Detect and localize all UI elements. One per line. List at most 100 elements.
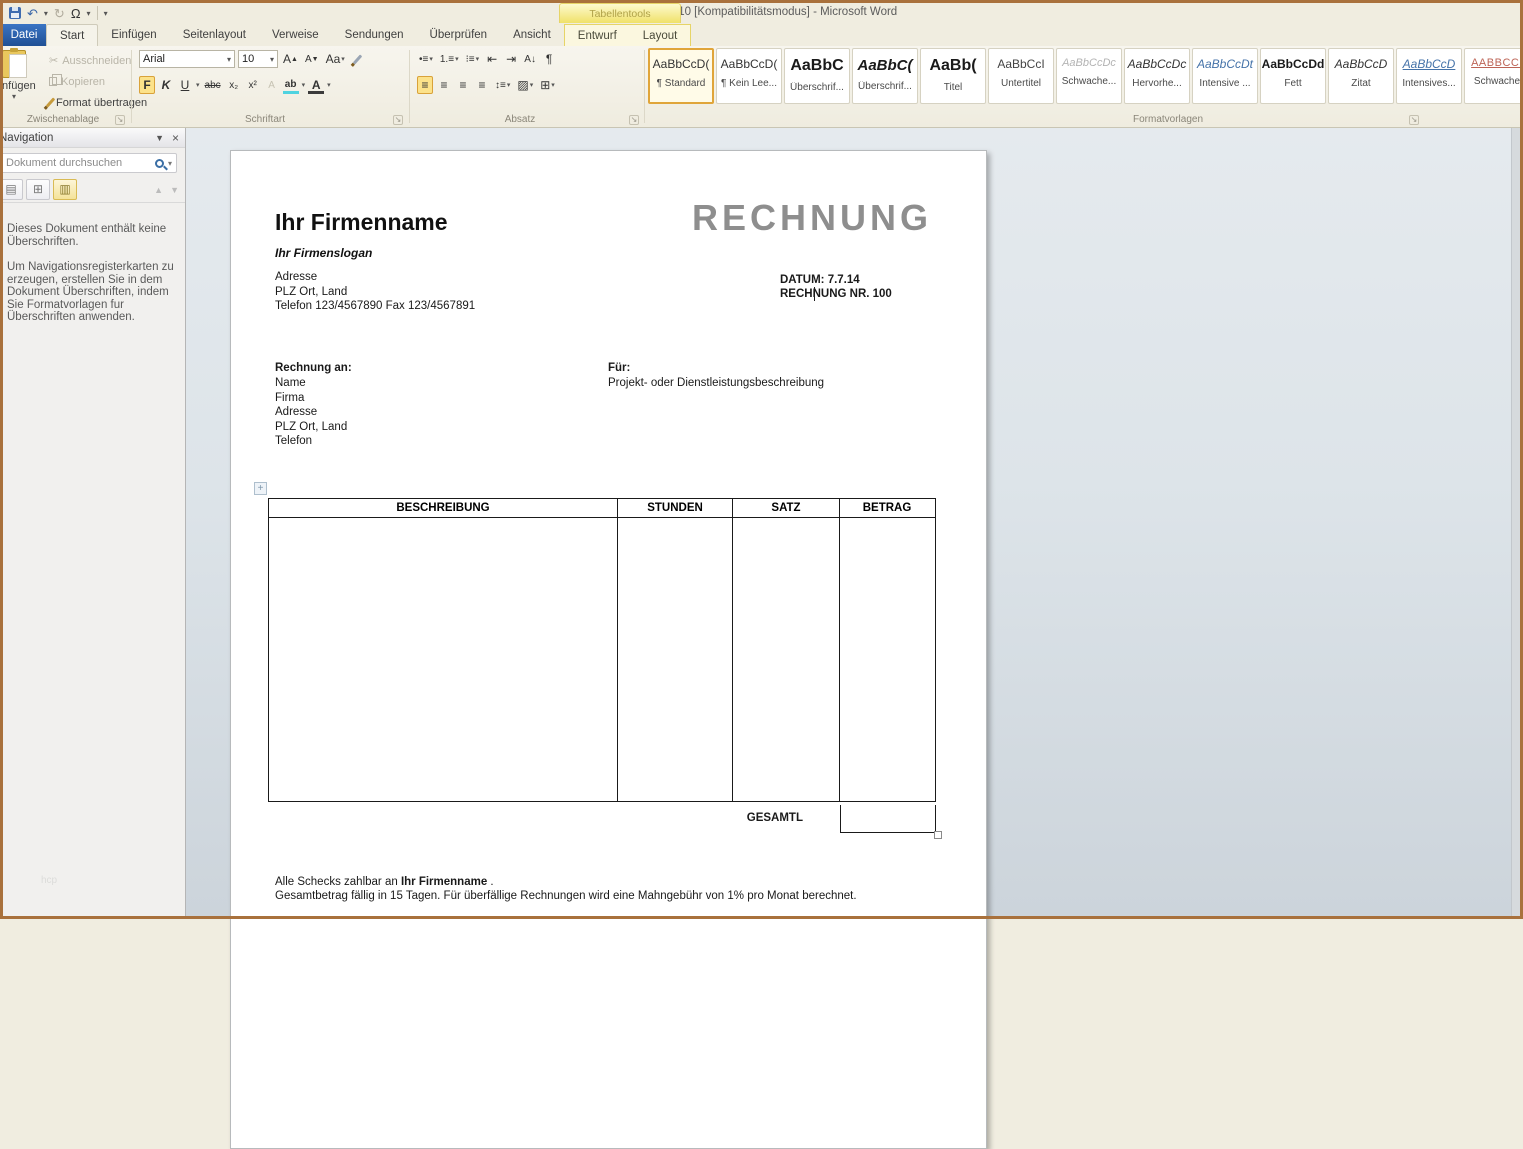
font-color-button[interactable]: A (308, 76, 324, 94)
indent-icon: ⇥ (506, 52, 516, 66)
browse-results-tab[interactable]: ▥ (53, 179, 77, 200)
underline-button[interactable]: U (177, 76, 193, 94)
style-gallery-item[interactable]: AaBbCcI Untertitel (988, 48, 1054, 104)
underline-dropdown-icon[interactable]: ▾ (196, 81, 200, 89)
ribbon-tab-contextual[interactable]: Layout (630, 25, 691, 47)
table-resize-handle[interactable] (934, 831, 942, 839)
change-case-button[interactable]: Aa▾ (324, 50, 347, 68)
sort-button[interactable]: A↓ (522, 50, 538, 68)
table-header-cell: SATZ (733, 499, 840, 517)
style-preview: AaBbCcD (1329, 57, 1393, 71)
company-address-block: AdressePLZ Ort, LandTelefon 123/4567890 … (275, 270, 475, 314)
font-group: Arial ▾ 10 ▾ A▲ A▼ Aa▾ F K U ▾ abc x₂ x²… (135, 46, 407, 112)
vertical-scrollbar[interactable] (1511, 128, 1520, 916)
paste-dropdown-icon[interactable]: ▾ (0, 92, 41, 101)
style-gallery-item[interactable]: AaBbCcD( ¶ Standard (648, 48, 714, 104)
bullets-button[interactable]: •≡▾ (417, 50, 435, 68)
font-launcher-icon[interactable]: ↘ (393, 115, 403, 125)
style-gallery-item[interactable]: AaBb( Titel (920, 48, 986, 104)
pane-options-icon[interactable]: ▼ (155, 133, 164, 143)
main-tabs: StartEinfügenSeitenlayoutVerweiseSendung… (46, 24, 564, 46)
strikethrough-button[interactable]: abc (203, 76, 223, 94)
total-cell[interactable] (840, 805, 936, 833)
table-cell-stunden[interactable] (618, 518, 733, 801)
paragraph-launcher-icon[interactable]: ↘ (629, 115, 639, 125)
font-name-dropdown-icon[interactable]: ▾ (227, 55, 231, 64)
pages-icon: ⊞ (33, 182, 43, 196)
highlight-color-button[interactable]: ab (283, 76, 299, 94)
font-size-dropdown-icon[interactable]: ▾ (270, 55, 274, 64)
borders-button[interactable]: ⊞▾ (538, 76, 557, 94)
numbering-button[interactable]: 1.≡▾ (438, 50, 461, 68)
superscript-button[interactable]: x² (245, 76, 261, 94)
style-label: ¶ Standard (650, 78, 712, 89)
group-divider (644, 50, 645, 123)
tab-datei[interactable]: Datei (2, 24, 46, 46)
table-move-handle[interactable]: + (254, 482, 267, 495)
pane-close-icon[interactable]: × (172, 131, 179, 145)
shading-button[interactable]: ▨▾ (515, 76, 535, 94)
ribbon-tab-contextual[interactable]: Entwurf (565, 25, 630, 47)
style-preview: AaBbCcDc (1057, 57, 1121, 69)
show-paragraph-marks-button[interactable]: ¶ (541, 50, 557, 68)
style-gallery-item[interactable]: AaBbCcD( ¶ Kein Lee... (716, 48, 782, 104)
clear-formatting-button[interactable] (350, 50, 366, 68)
ribbon-tab[interactable]: Verweise (259, 24, 332, 46)
document-search-input[interactable]: Dokument durchsuchen ▾ (1, 153, 177, 173)
browse-pages-tab[interactable]: ⊞ (26, 179, 50, 200)
ribbon-tab[interactable]: Start (46, 24, 98, 46)
table-cell-satz[interactable] (733, 518, 840, 801)
align-left-button[interactable]: ≡ (417, 76, 433, 94)
table-cell-betrag[interactable] (840, 518, 934, 801)
dropdown-icon: ▾ (341, 55, 345, 63)
justify-button[interactable]: ≡ (474, 76, 490, 94)
company-name: Ihr Firmenname (275, 209, 448, 236)
paste-button[interactable]: Einfügen ▾ (0, 48, 41, 110)
document-page[interactable]: Ihr Firmenname Ihr Firmenslogan AdresseP… (230, 150, 987, 1149)
bold-button[interactable]: F (139, 76, 155, 94)
navigation-pane-header: Navigation ▼ × (0, 128, 185, 148)
italic-button[interactable]: K (158, 76, 174, 94)
style-preview: AaBbC (785, 57, 849, 75)
line-spacing-button[interactable]: ↕≡▾ (493, 76, 512, 94)
ribbon-tab[interactable]: Einfügen (98, 24, 169, 46)
styles-launcher-icon[interactable]: ↘ (1409, 115, 1419, 125)
align-center-button[interactable]: ≡ (436, 76, 452, 94)
invoice-table[interactable]: BESCHREIBUNGSTUNDENSATZBETRAG (268, 498, 936, 802)
ribbon-tab[interactable]: Sendungen (332, 24, 417, 46)
font-size-combo[interactable]: 10 ▾ (238, 50, 278, 68)
shrink-font-button[interactable]: A▼ (303, 50, 321, 68)
styles-group: AaBbCcD( ¶ Standard AaBbCcD( ¶ Kein Lee.… (648, 46, 1520, 112)
style-gallery-item[interactable]: AaBbCcD Intensives... (1396, 48, 1462, 104)
style-gallery-item[interactable]: AaBbC Überschrif... (784, 48, 850, 104)
ribbon-tab[interactable]: Seitenlayout (170, 24, 259, 46)
invoice-table-body[interactable] (269, 518, 935, 801)
ribbon-tab[interactable]: Überprüfen (417, 24, 501, 46)
decrease-indent-button[interactable]: ⇤ (484, 50, 500, 68)
style-gallery-item[interactable]: AaBbCcDt Intensive ... (1192, 48, 1258, 104)
style-label: Fett (1261, 78, 1325, 89)
font-color-dropdown-icon[interactable]: ▾ (327, 81, 331, 89)
ribbon-tab[interactable]: Ansicht (500, 24, 564, 46)
font-name-combo[interactable]: Arial ▾ (139, 50, 235, 68)
highlight-dropdown-icon[interactable]: ▾ (302, 81, 306, 89)
align-right-button[interactable]: ≡ (455, 76, 471, 94)
clipboard-launcher-icon[interactable]: ↘ (115, 115, 125, 125)
dropdown-icon: ▾ (551, 81, 555, 89)
grow-font-button[interactable]: A▲ (281, 50, 300, 68)
dropdown-icon: ▾ (507, 81, 511, 89)
style-gallery-item[interactable]: AaBbCcD Zitat (1328, 48, 1394, 104)
style-gallery-item[interactable]: AaBbCcDc Schwache... (1056, 48, 1122, 104)
multilevel-list-button[interactable]: ⁝≡▾ (464, 50, 482, 68)
search-options-icon[interactable]: ▾ (168, 159, 172, 168)
search-icon[interactable] (155, 159, 164, 168)
subscript-button[interactable]: x₂ (226, 76, 242, 94)
style-gallery-item[interactable]: AaBbC( Überschrif... (852, 48, 918, 104)
table-cell-beschreibung[interactable] (269, 518, 618, 801)
style-gallery-item[interactable]: AABBCCI Schwache (1464, 48, 1520, 104)
browse-headings-tab[interactable]: ▤ (0, 179, 23, 200)
style-gallery-item[interactable]: AaBbCcDc Hervorhe... (1124, 48, 1190, 104)
increase-indent-button[interactable]: ⇥ (503, 50, 519, 68)
style-gallery-item[interactable]: AaBbCcDd Fett (1260, 48, 1326, 104)
dropdown-icon: ▾ (429, 55, 433, 63)
